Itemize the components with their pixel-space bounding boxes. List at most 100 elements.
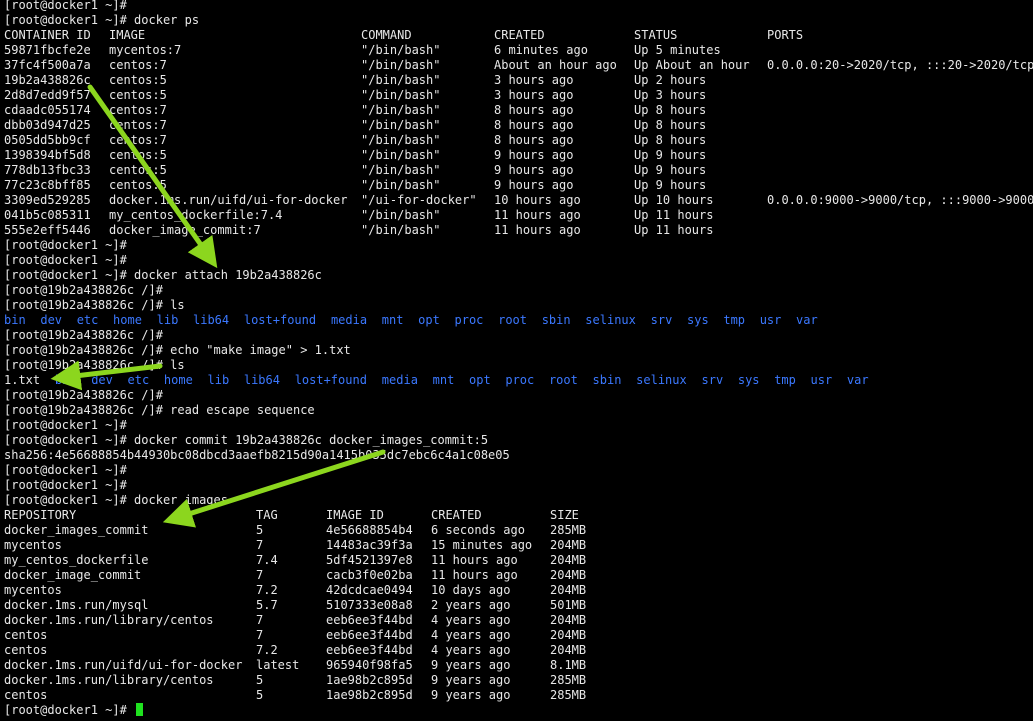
- table-cell: centos:7: [109, 133, 167, 147]
- terminal-line: [root@19b2a438826c /]#: [4, 283, 163, 297]
- terminal-window[interactable]: [root@docker1 ~]# [root@docker1 ~]# docke…: [0, 0, 1033, 721]
- table-cell: 204MB: [550, 553, 587, 567]
- table-cell: 15 minutes ago: [431, 538, 533, 552]
- file-entry: 1.txt: [4, 373, 41, 387]
- directory-entry: proc: [454, 313, 484, 327]
- table-cell: IMAGE: [109, 28, 146, 42]
- table-cell: Up 5 minutes: [634, 43, 721, 57]
- table-cell: 4e56688854b4: [326, 523, 413, 537]
- table-cell: docker.1ms.run/library/centos: [4, 613, 214, 627]
- table-cell: "/bin/bash": [361, 148, 441, 162]
- directory-entry: root: [498, 313, 527, 327]
- table-cell: my_centos_dockerfile: [4, 553, 149, 567]
- table-cell: docker_image_commit:7: [109, 223, 261, 237]
- table-cell: 965940f98fa5: [326, 658, 413, 672]
- table-cell: "/bin/bash": [361, 103, 441, 117]
- terminal-line: [root@19b2a438826c /]# ls: [4, 298, 185, 312]
- directory-entry: opt: [469, 373, 491, 387]
- directory-entry: dev: [40, 313, 63, 327]
- terminal-line: [root@docker1 ~]#: [4, 478, 127, 492]
- table-cell: Up 8 hours: [634, 103, 707, 117]
- table-cell: 204MB: [550, 628, 587, 642]
- directory-entry: tmp: [723, 313, 746, 327]
- table-cell: 3309ed529285: [4, 193, 91, 207]
- directory-entry: var: [796, 313, 818, 327]
- table-cell: CREATED: [494, 28, 545, 42]
- table-cell: 204MB: [550, 568, 587, 582]
- table-cell: 1ae98b2c895d: [326, 688, 413, 702]
- table-cell: "/bin/bash": [361, 43, 441, 57]
- directory-entry: selinux: [585, 313, 636, 327]
- directory-entry: media: [381, 373, 418, 387]
- table-cell: 555e2eff5446: [4, 223, 91, 237]
- table-cell: Up 3 hours: [634, 88, 707, 102]
- table-cell: 1398394bf5d8: [4, 148, 91, 162]
- table-cell: 041b5c085311: [4, 208, 91, 222]
- directory-entry: mnt: [381, 313, 404, 327]
- table-cell: 0.0.0.0:9000->9000/tcp, :::9000->9000/: [767, 193, 1033, 207]
- table-cell: centos:5: [109, 178, 167, 192]
- table-cell: 5107333e08a8: [326, 598, 413, 612]
- terminal-line: [root@19b2a438826c /]# read escape seque…: [4, 403, 315, 417]
- table-cell: "/bin/bash": [361, 133, 441, 147]
- table-cell: Up 2 hours: [634, 73, 707, 87]
- table-cell: Up 8 hours: [634, 133, 707, 147]
- table-cell: 3 hours ago: [494, 88, 574, 102]
- terminal-line: [root@docker1 ~]# docker ps: [4, 13, 200, 27]
- table-cell: docker.1ms.run/mysql: [4, 598, 149, 612]
- table-cell: centos:5: [109, 88, 167, 102]
- table-cell: latest: [256, 658, 300, 672]
- table-cell: 2 years ago: [431, 598, 511, 612]
- table-cell: "/bin/bash": [361, 58, 441, 72]
- table-cell: 7: [256, 538, 264, 552]
- directory-entry: home: [113, 313, 142, 327]
- table-cell: docker_images_commit: [4, 523, 149, 537]
- directory-entry: sys: [687, 313, 709, 327]
- directory-entry: etc: [76, 313, 99, 327]
- directory-entry: mnt: [432, 373, 455, 387]
- directory-entry: dev: [91, 373, 113, 387]
- table-cell: 7: [256, 628, 264, 642]
- terminal-line: [root@19b2a438826c /]# echo "make image"…: [4, 343, 351, 357]
- terminal-line: [root@19b2a438826c /]# ls: [4, 358, 185, 372]
- terminal-line: sha256:4e56688854b44930bc08dbcd3aaefb821…: [4, 448, 510, 462]
- table-cell: 9 hours ago: [494, 178, 574, 192]
- table-cell: "/bin/bash": [361, 73, 441, 87]
- table-cell: REPOSITORY: [4, 508, 77, 522]
- table-cell: 19b2a438826c: [4, 73, 91, 87]
- table-cell: 7.2: [256, 643, 278, 657]
- directory-entry: root: [548, 373, 578, 387]
- directory-entry: lost+found: [243, 313, 317, 327]
- directory-entry: selinux: [636, 373, 687, 387]
- table-cell: Up 11 hours: [634, 223, 714, 237]
- table-cell: docker_image_commit: [4, 568, 142, 582]
- shell-prompt-line[interactable]: [root@docker1 ~]#: [4, 703, 144, 718]
- table-cell: 0.0.0.0:20->2020/tcp, :::20->2020/tcp: [767, 58, 1033, 72]
- table-cell: 11 hours ago: [431, 553, 518, 567]
- terminal-line: [root@docker1 ~]# docker attach 19b2a438…: [4, 268, 322, 282]
- table-cell: STATUS: [634, 28, 678, 42]
- table-cell: eeb6ee3f44bd: [326, 613, 413, 627]
- table-cell: 59871fbcfe2e: [4, 43, 91, 57]
- terminal-line: [root@docker1 ~]#: [4, 253, 127, 267]
- directory-entry: srv: [701, 373, 724, 387]
- table-cell: PORTS: [767, 28, 804, 42]
- table-cell: Up About an hour: [634, 58, 750, 72]
- table-cell: Up 9 hours: [634, 178, 707, 192]
- table-cell: mycentos:7: [109, 43, 182, 57]
- table-cell: 204MB: [550, 583, 587, 597]
- table-cell: 285MB: [550, 688, 587, 702]
- table-cell: 10 days ago: [431, 583, 511, 597]
- table-cell: 9 years ago: [431, 688, 511, 702]
- directory-entry: lib: [207, 373, 230, 387]
- table-cell: TAG: [256, 508, 278, 522]
- shell-prompt-text: [root@docker1 ~]#: [4, 703, 135, 717]
- table-cell: 9 years ago: [431, 658, 511, 672]
- directory-entry: lib: [156, 313, 179, 327]
- terminal-line: [root@docker1 ~]#: [4, 238, 127, 252]
- table-cell: centos:5: [109, 148, 167, 162]
- table-cell: 3 hours ago: [494, 73, 574, 87]
- table-cell: "/bin/bash": [361, 223, 441, 237]
- directory-entry: srv: [650, 313, 673, 327]
- table-cell: 5df4521397e8: [326, 553, 413, 567]
